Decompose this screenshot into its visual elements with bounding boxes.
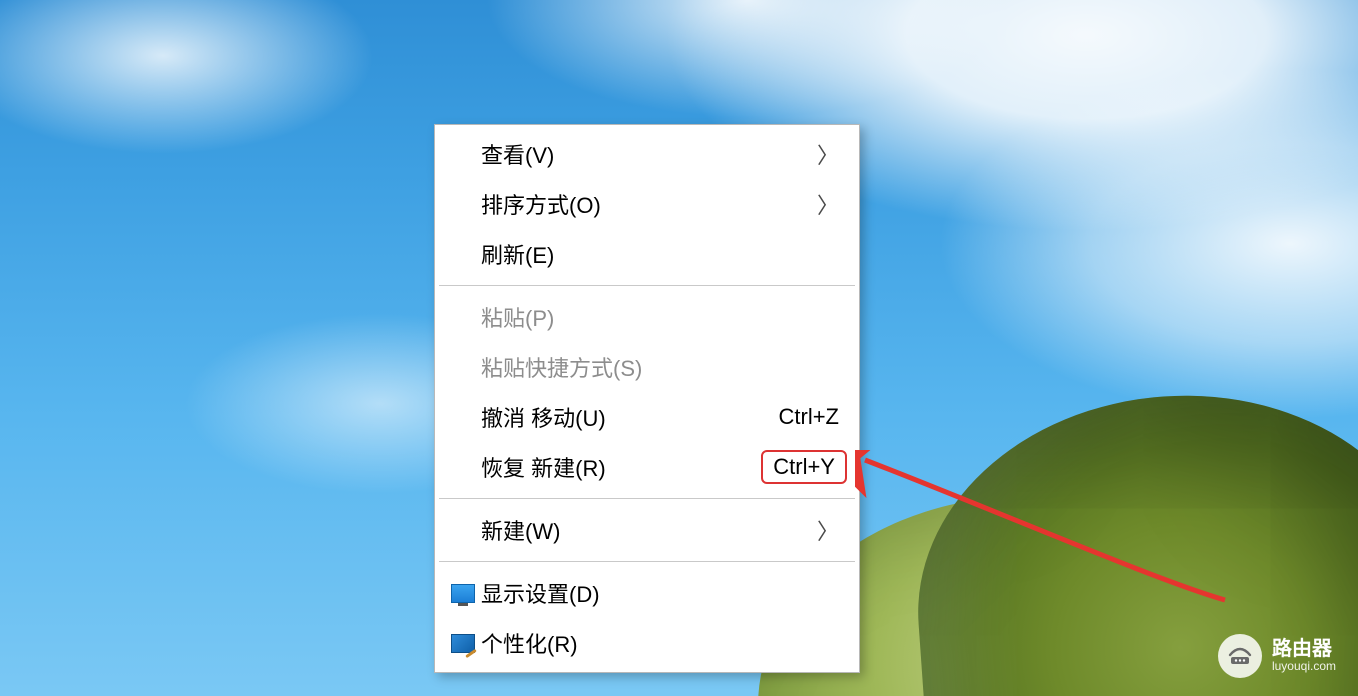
menu-item-paste: 粘贴(P) [437,292,857,342]
menu-item-refresh[interactable]: 刷新(E) [437,229,857,279]
chevron-right-icon: 〉 [817,514,839,546]
menu-item-view[interactable]: 查看(V) 〉 [437,129,857,179]
menu-label: 查看(V) [481,138,554,170]
menu-item-new[interactable]: 新建(W) 〉 [437,505,857,555]
menu-label: 新建(W) [481,514,560,546]
menu-label: 排序方式(O) [481,188,601,220]
menu-separator [439,498,855,499]
display-icon [451,584,481,603]
menu-label: 显示设置(D) [481,577,600,609]
watermark-title: 路由器 [1272,639,1336,660]
menu-item-display-settings[interactable]: 显示设置(D) [437,568,857,618]
watermark: 路由器 luyouqi.com [1218,634,1336,678]
menu-item-paste-shortcut: 粘贴快捷方式(S) [437,342,857,392]
menu-label: 刷新(E) [481,238,554,270]
menu-shortcut-highlight: Ctrl+Y [761,450,847,484]
menu-item-sort[interactable]: 排序方式(O) 〉 [437,179,857,229]
router-icon [1218,634,1262,678]
menu-shortcut: Ctrl+Z [779,404,840,430]
watermark-subtitle: luyouqi.com [1272,660,1336,673]
menu-label: 个性化(R) [481,627,578,659]
menu-separator [439,285,855,286]
menu-label: 恢复 新建(R) [481,451,606,483]
menu-label: 撤消 移动(U) [481,401,606,433]
menu-item-redo-new[interactable]: 恢复 新建(R) Ctrl+Y [437,442,857,492]
chevron-right-icon: 〉 [817,188,839,220]
desktop-context-menu: 查看(V) 〉 排序方式(O) 〉 刷新(E) 粘贴(P) 粘贴快捷方式(S) [434,124,860,673]
menu-label: 粘贴(P) [481,301,554,333]
menu-separator [439,561,855,562]
desktop-background[interactable]: 查看(V) 〉 排序方式(O) 〉 刷新(E) 粘贴(P) 粘贴快捷方式(S) [0,0,1358,696]
personalize-icon [451,634,481,653]
chevron-right-icon: 〉 [817,138,839,170]
menu-item-undo-move[interactable]: 撤消 移动(U) Ctrl+Z [437,392,857,442]
menu-label: 粘贴快捷方式(S) [481,351,642,383]
menu-item-personalize[interactable]: 个性化(R) [437,618,857,668]
